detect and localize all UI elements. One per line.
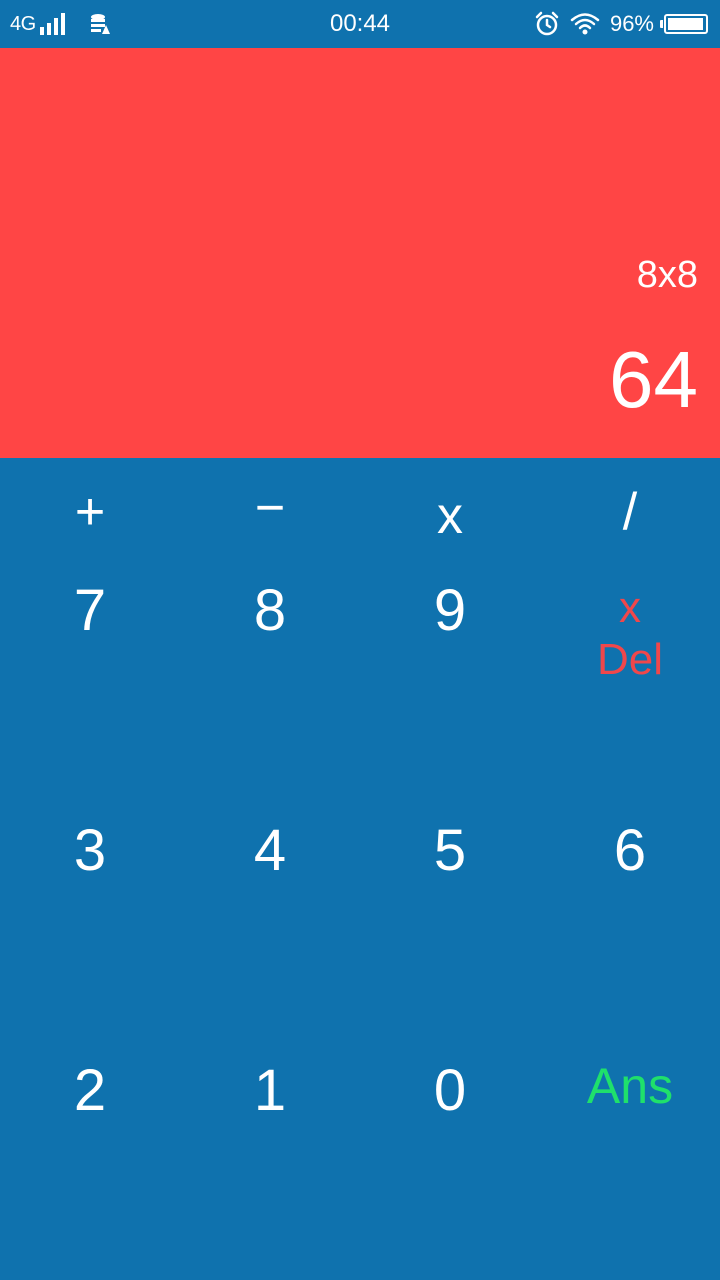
digit-6-button[interactable]: 6 — [540, 806, 720, 896]
status-right: 96% — [534, 0, 708, 48]
delete-symbol: x — [619, 583, 641, 632]
result-text: 64 — [609, 335, 698, 424]
digit-1-button[interactable]: 1 — [180, 1046, 360, 1136]
delete-button[interactable]: x Del — [540, 582, 720, 686]
subtract-button[interactable]: − — [180, 468, 360, 548]
digit-3-button[interactable]: 3 — [0, 806, 180, 896]
alarm-icon — [535, 11, 559, 36]
battery-icon — [660, 14, 708, 34]
calculator-screen: 4G 00:44 96% 8x8 64 + − x / 7 8 9 x Del … — [0, 0, 720, 1280]
delete-label: Del — [596, 635, 664, 684]
digit-8-button[interactable]: 8 — [180, 566, 360, 656]
battery-fill — [668, 18, 703, 30]
digit-4-button[interactable]: 4 — [180, 806, 360, 896]
battery-percent: 96% — [609, 11, 654, 36]
answer-button[interactable]: Ans — [540, 1046, 720, 1126]
digit-5-button[interactable]: 5 — [360, 806, 540, 896]
expression-text: 8x8 — [636, 254, 698, 296]
calculator-display: 8x8 64 — [0, 48, 720, 458]
digit-9-button[interactable]: 9 — [360, 566, 540, 656]
digit-7-button[interactable]: 7 — [0, 566, 180, 656]
divide-button[interactable]: / — [540, 472, 720, 552]
add-button[interactable]: + — [0, 472, 180, 552]
status-bar: 4G 00:44 96% — [0, 0, 720, 48]
digit-0-button[interactable]: 0 — [360, 1046, 540, 1136]
multiply-button[interactable]: x — [360, 476, 540, 556]
digit-2-button[interactable]: 2 — [0, 1046, 180, 1136]
wifi-icon — [570, 13, 600, 35]
